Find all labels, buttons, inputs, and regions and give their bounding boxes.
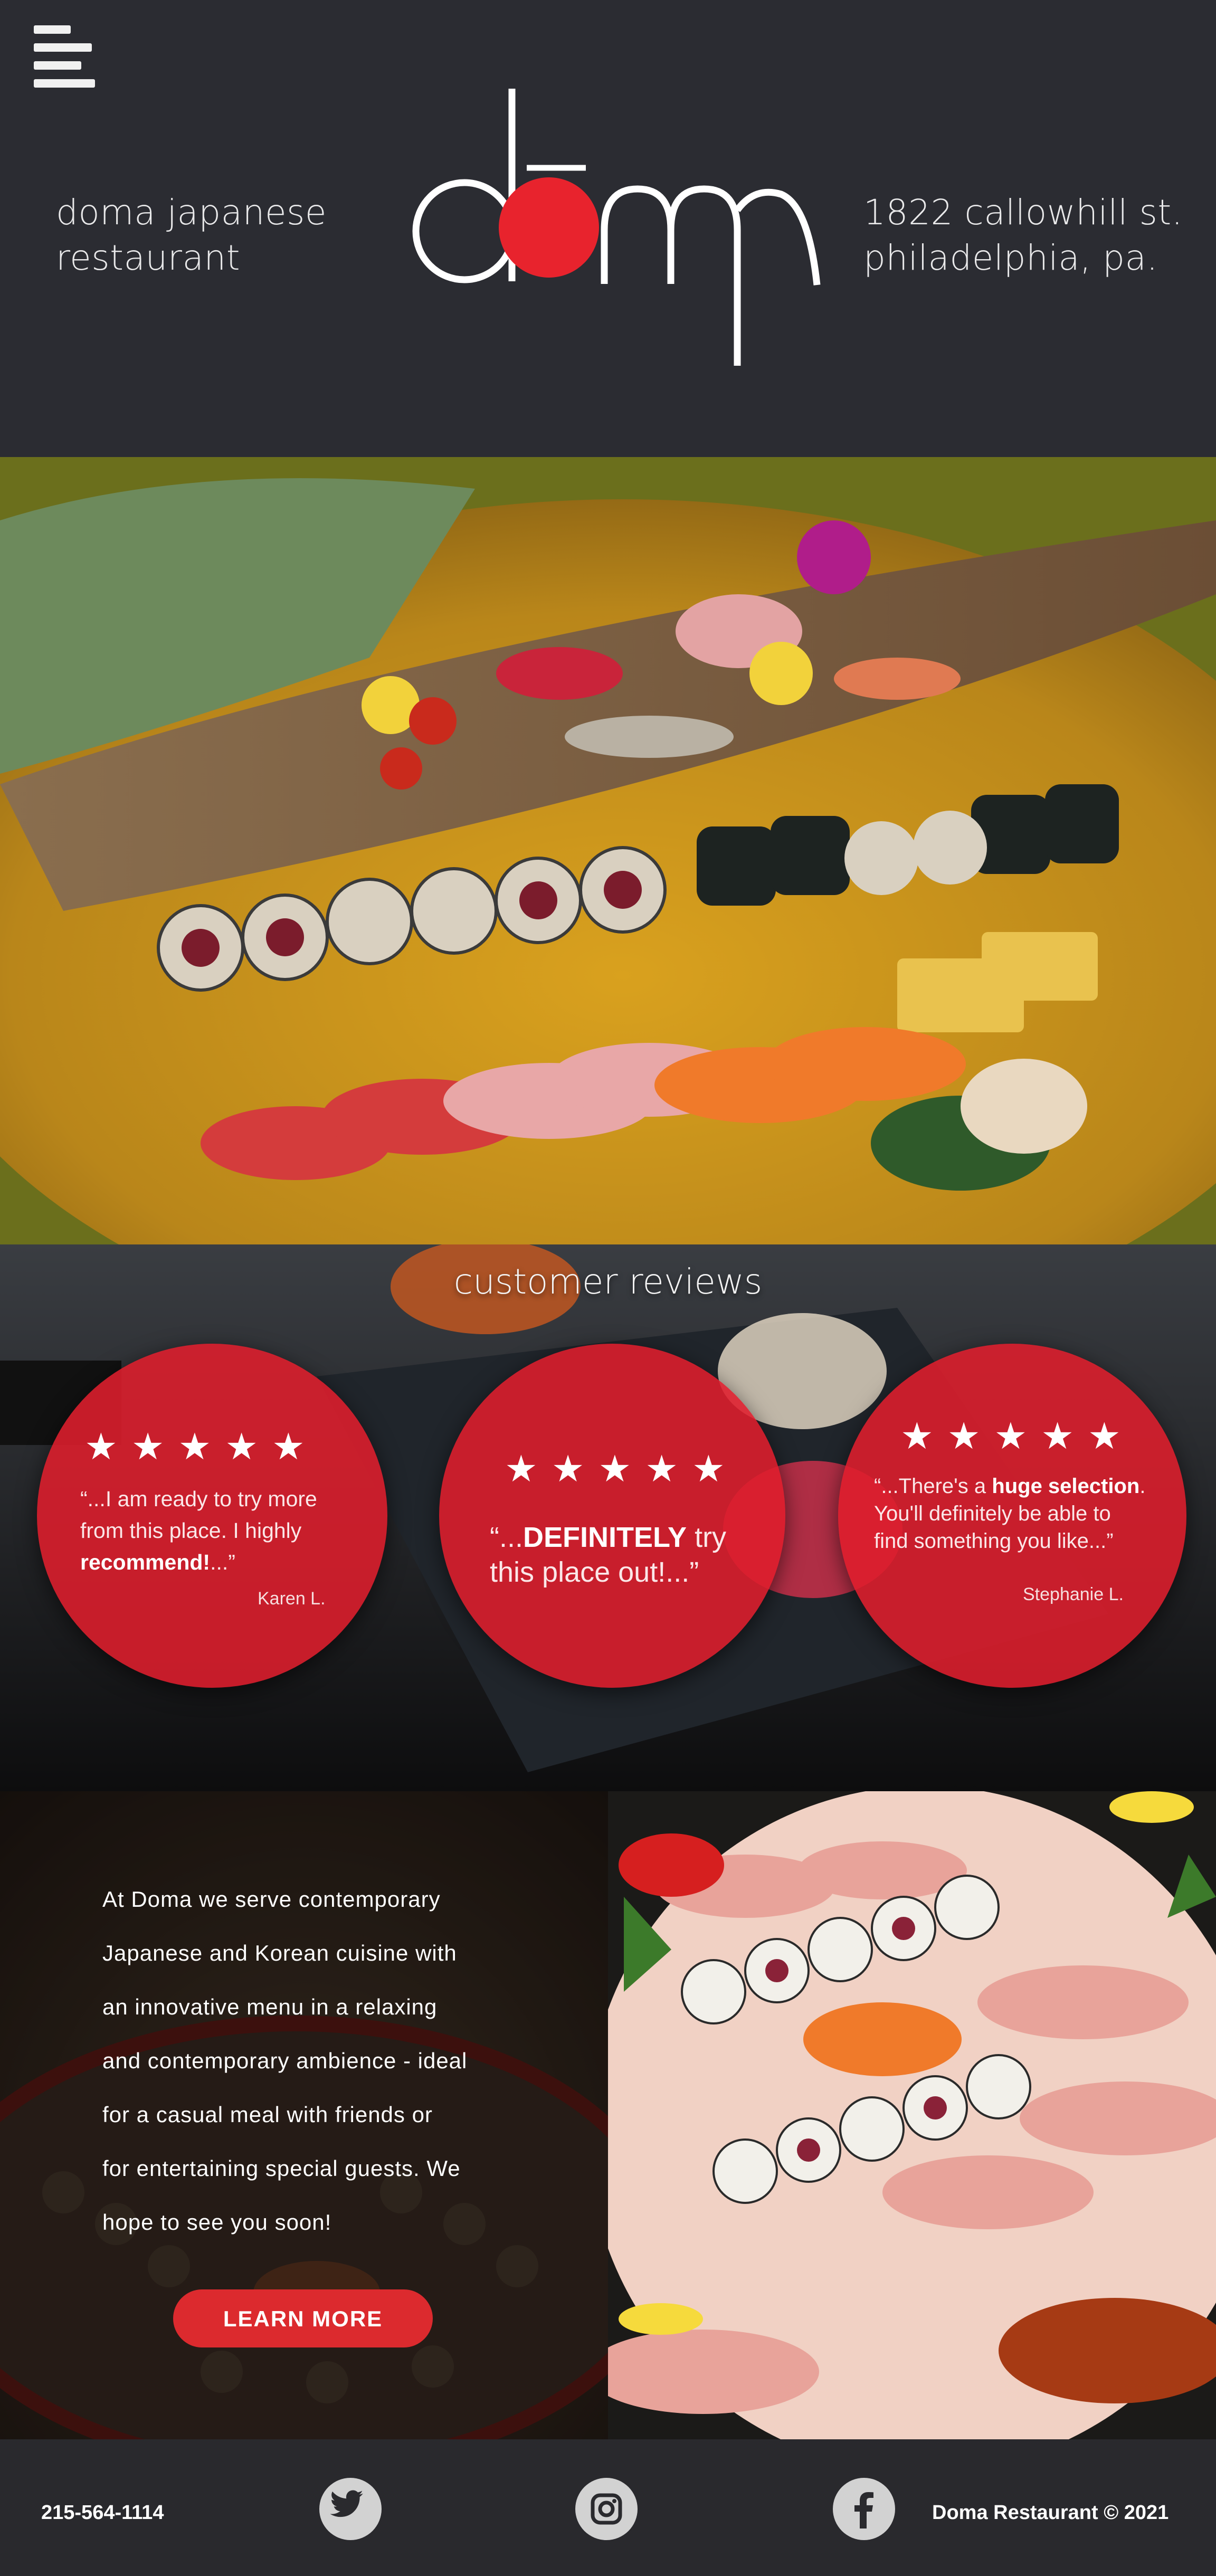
- sushi-platter-hero-image: [0, 457, 1216, 1244]
- hamburger-menu-icon[interactable]: [34, 25, 95, 89]
- rating-stars: ★★★★★: [84, 1426, 319, 1467]
- reviews-heading: customer reviews: [453, 1261, 763, 1302]
- review-author: Stephanie L.: [1023, 1584, 1124, 1604]
- rating-stars: ★★★★★: [900, 1415, 1135, 1457]
- review-quote: “...DEFINITELY try this place out!...”: [490, 1522, 727, 1588]
- doma-logo[interactable]: [391, 89, 823, 366]
- twitter-icon[interactable]: [319, 2478, 382, 2540]
- instagram-icon[interactable]: [575, 2478, 638, 2540]
- review-card-definitely: [439, 1344, 785, 1688]
- review-quote: “...I am ready to try more from this pla…: [80, 1487, 317, 1574]
- phone-number[interactable]: 215-564-1114: [41, 2502, 164, 2524]
- restaurant-tagline: doma japanese restaurant: [56, 192, 327, 278]
- about-description: At Doma we serve contemporary Japanese a…: [102, 1887, 468, 2235]
- review-author: Karen L.: [258, 1589, 326, 1609]
- learn-more-button[interactable]: LEARN MORE: [173, 2289, 433, 2347]
- facebook-icon[interactable]: [833, 2478, 895, 2540]
- rating-stars: ★★★★★: [505, 1448, 739, 1489]
- sushi-platter-image: [608, 1791, 1216, 2439]
- review-quote: “...There's a huge selection. You'll def…: [874, 1475, 1146, 1553]
- copyright-text: Doma Restaurant © 2021: [932, 2502, 1169, 2524]
- address: 1822 callowhill st. philadelphia, pa.: [863, 192, 1183, 278]
